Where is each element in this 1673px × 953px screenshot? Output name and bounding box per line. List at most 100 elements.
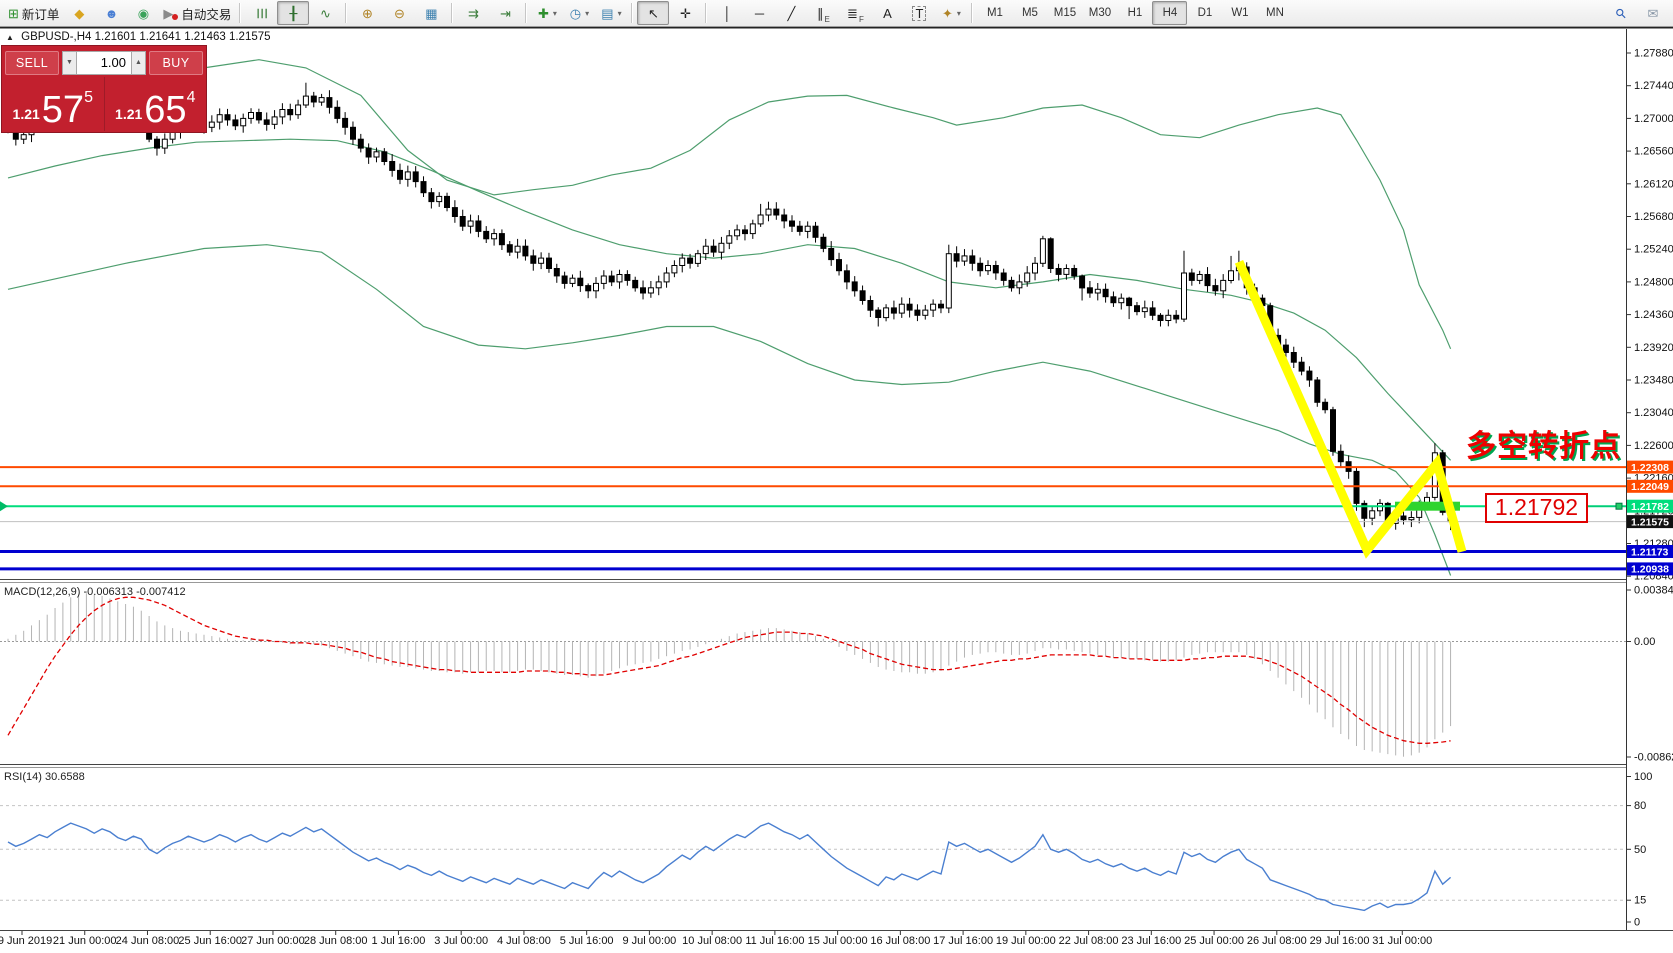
price-chart[interactable]: 1.278801.274401.270001.265601.261201.256…: [0, 27, 1673, 953]
signals-icon-button[interactable]: ◉: [127, 1, 159, 25]
bollinger-lower-band: [8, 245, 1451, 576]
chevron-down-icon[interactable]: ▾: [618, 9, 622, 18]
timeframe-m30-button[interactable]: M30: [1082, 1, 1117, 25]
vertical-line-button[interactable]: │: [711, 1, 743, 25]
rsi-name: RSI(14): [4, 771, 42, 783]
chart-canvas[interactable]: 1.278801.274401.270001.265601.261201.256…: [0, 27, 1673, 953]
svg-text:1.22308: 1.22308: [1631, 462, 1669, 474]
crosshair-button[interactable]: ✛: [669, 1, 701, 25]
horizontal-line-button[interactable]: ─: [743, 1, 775, 25]
zoom-out-button[interactable]: ⊖: [383, 1, 415, 25]
tile-windows-button[interactable]: ▦: [415, 1, 447, 25]
svg-text:1.23480: 1.23480: [1634, 375, 1673, 387]
macd-signal-value: -0.007412: [136, 586, 186, 598]
trendline-button[interactable]: ╱: [775, 1, 807, 25]
timeframe-d1-button[interactable]: D1: [1187, 1, 1222, 25]
collapse-panel-icon[interactable]: ▲: [6, 33, 14, 42]
svg-text:19 Jun 2019: 19 Jun 2019: [0, 935, 52, 947]
svg-text:80: 80: [1634, 800, 1646, 812]
toolbar: ⊞新订单◆☻◉▶自动交易☰╂∿⊕⊖▦⇉⇥✚▾◷▾▤▾↖✛│─╱∥E≣FAT✦▾M…: [0, 0, 1673, 27]
svg-text:29 Jul 16:00: 29 Jul 16:00: [1310, 935, 1370, 947]
cursor-button[interactable]: ↖: [637, 1, 669, 25]
svg-text:1.27880: 1.27880: [1634, 48, 1673, 60]
svg-text:11 Jul 16:00: 11 Jul 16:00: [745, 935, 804, 947]
svg-text:1.22600: 1.22600: [1634, 440, 1673, 452]
volume-up-button[interactable]: ▲: [131, 51, 146, 75]
chevron-down-icon[interactable]: ▾: [585, 9, 589, 18]
svg-text:1.27000: 1.27000: [1634, 113, 1673, 125]
chevron-down-icon[interactable]: ▾: [553, 9, 557, 18]
svg-text:-0.008629: -0.008629: [1634, 752, 1673, 764]
periods-button[interactable]: ◷▾: [563, 1, 595, 25]
vline-icon: │: [723, 7, 731, 20]
auto-scroll-button[interactable]: ⇉: [457, 1, 489, 25]
svg-text:0: 0: [1634, 917, 1640, 929]
svg-text:27 Jun 00:00: 27 Jun 00:00: [241, 935, 305, 947]
hline-icon: ─: [755, 7, 764, 20]
candlestick-chart-button[interactable]: ╂: [277, 1, 309, 25]
ohlc-low: 1.21463: [184, 31, 226, 43]
indicators-button[interactable]: ✚▾: [531, 1, 563, 25]
text-button[interactable]: A: [871, 1, 903, 25]
line-chart-button[interactable]: ∿: [309, 1, 341, 25]
sell-button[interactable]: SELL: [5, 51, 59, 75]
ohlc-high: 1.21641: [139, 31, 181, 43]
timeframe-m1-button[interactable]: M1: [977, 1, 1012, 25]
templates-button[interactable]: ▤▾: [595, 1, 627, 25]
new-order-icon: ⊞: [8, 7, 19, 20]
timeframe-h1-button[interactable]: H1: [1117, 1, 1152, 25]
sell-price-pips: 57: [42, 95, 84, 126]
macd-indicator-label: MACD(12,26,9) -0.006313 -0.007412: [4, 586, 186, 598]
zoom-in-button[interactable]: ⊕: [351, 1, 383, 25]
chat-button[interactable]: ✉: [1637, 1, 1669, 25]
shapes-button[interactable]: ✦▾: [935, 1, 967, 25]
sell-price-point: 5: [84, 90, 93, 106]
zoom-in-icon: ⊕: [362, 7, 373, 20]
macd-main-value: -0.006313: [83, 586, 133, 598]
timeframe-mn-button[interactable]: MN: [1257, 1, 1292, 25]
volume-down-button[interactable]: ▼: [62, 51, 77, 75]
fibonacci-button[interactable]: ≣F: [839, 1, 871, 25]
new-order-button[interactable]: ⊞新订单: [4, 1, 63, 25]
sell-price-figure: 1.21: [13, 107, 40, 126]
volume-input[interactable]: 1.00: [77, 51, 131, 75]
timeframe-m5-button[interactable]: M5: [1012, 1, 1047, 25]
chevron-down-icon[interactable]: ▾: [957, 9, 961, 18]
svg-text:26 Jul 08:00: 26 Jul 08:00: [1247, 935, 1307, 947]
rsi-line: [8, 823, 1451, 910]
svg-text:1.26120: 1.26120: [1634, 178, 1673, 190]
community-icon-button[interactable]: ☻: [95, 1, 127, 25]
bar-chart-button[interactable]: ☰: [245, 1, 277, 25]
fibonacci-icon: ≣: [847, 7, 858, 20]
svg-text:3 Jul 00:00: 3 Jul 00:00: [434, 935, 488, 947]
timeframe-m15-button[interactable]: M15: [1047, 1, 1082, 25]
callout-anchor: [1616, 503, 1622, 509]
status-dot: [172, 14, 178, 20]
ohlc-open: 1.21601: [95, 31, 137, 43]
label-button[interactable]: T: [903, 1, 935, 25]
toolbar-separator: [239, 3, 241, 23]
svg-text:10 Jul 08:00: 10 Jul 08:00: [682, 935, 742, 947]
buy-price[interactable]: 1.21 65 4: [105, 77, 207, 131]
channel-icon: ∥: [817, 7, 824, 20]
buy-button[interactable]: BUY: [149, 51, 203, 75]
svg-text:1.21173: 1.21173: [1631, 546, 1669, 558]
macd-name: MACD(12,26,9): [4, 586, 80, 598]
svg-text:1.27440: 1.27440: [1634, 80, 1673, 92]
tool-letter: F: [859, 15, 864, 24]
timeframe-w1-button[interactable]: W1: [1222, 1, 1257, 25]
price-callout-box[interactable]: 1.21792: [1485, 493, 1588, 523]
timeframe-h4-button[interactable]: H4: [1152, 1, 1187, 25]
toolbar-separator: [971, 3, 973, 23]
chart-shift-button[interactable]: ⇥: [489, 1, 521, 25]
channel-button[interactable]: ∥E: [807, 1, 839, 25]
svg-text:4 Jul 08:00: 4 Jul 08:00: [497, 935, 551, 947]
autotrading-button[interactable]: ▶自动交易: [159, 1, 235, 25]
clock-icon: ◷: [570, 7, 581, 20]
search-button[interactable]: ⚲: [1605, 1, 1637, 25]
sell-price[interactable]: 1.21 57 5: [2, 77, 105, 131]
svg-text:1.26560: 1.26560: [1634, 146, 1673, 158]
candlestick-icon: ╂: [290, 7, 298, 20]
svg-text:23 Jul 16:00: 23 Jul 16:00: [1121, 935, 1181, 947]
editor-icon-button[interactable]: ◆: [63, 1, 95, 25]
